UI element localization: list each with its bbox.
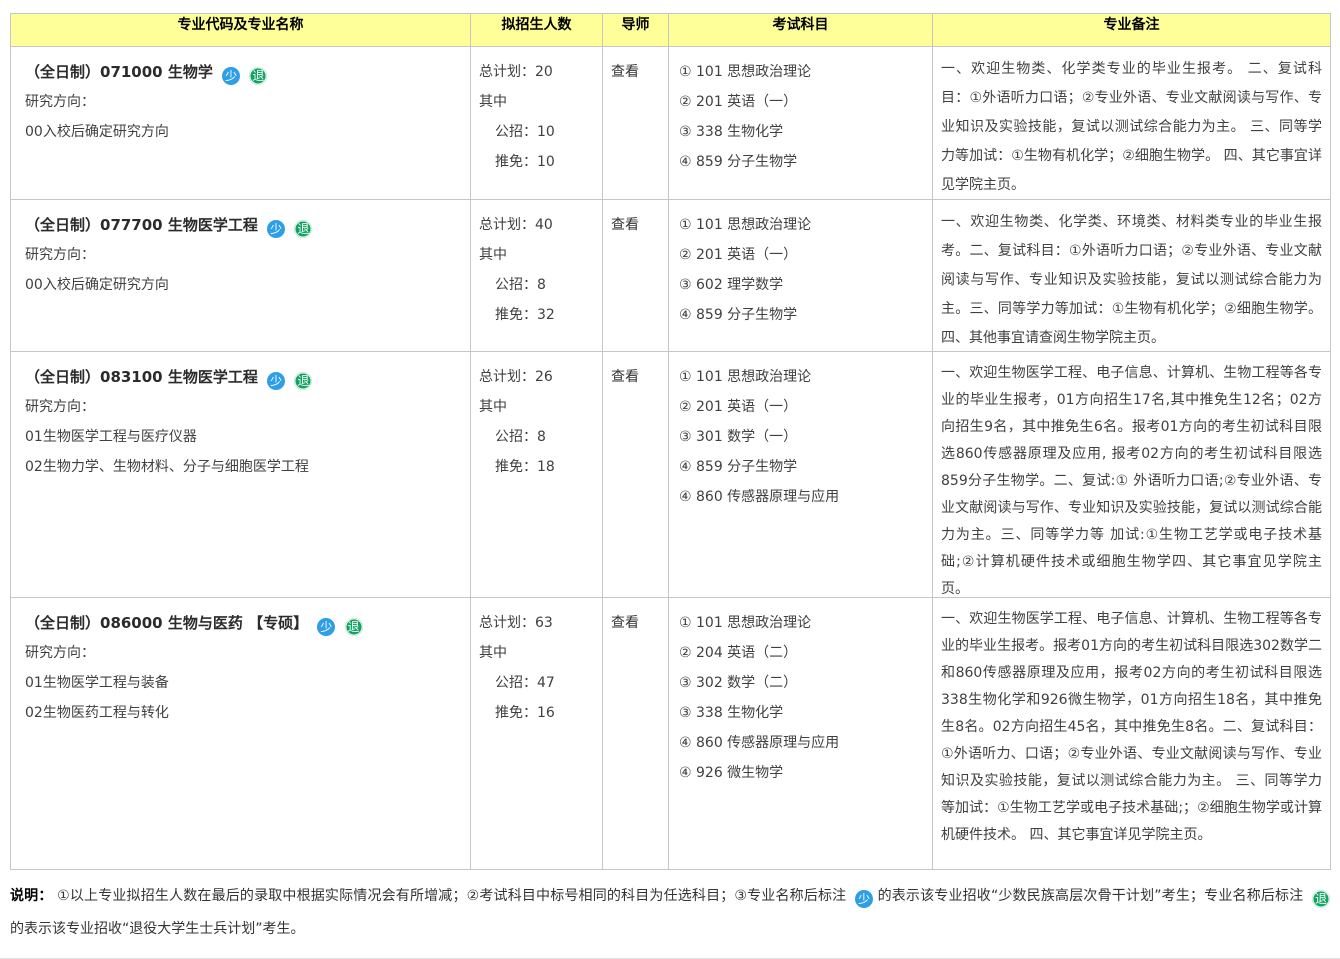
col-header-remarks: 专业备注 — [933, 14, 1331, 47]
notes-text-part1: ①以上专业拟招生人数在最后的录取中根据实际情况会有所增减；②考试科目中标号相同的… — [57, 888, 846, 904]
program-name: （全日制）086000 生物与医药 【专硕】 — [25, 614, 308, 632]
direction-item: 00入校后确定研究方向 — [25, 117, 460, 147]
view-tutors-link[interactable]: 查看 — [611, 369, 639, 385]
exam-subject: ③ 338 生物化学 — [679, 698, 928, 728]
plan-total: 总计划：26 — [479, 362, 600, 392]
col-header-subjects: 考试科目 — [669, 14, 933, 47]
plan-among: 其中 — [479, 87, 600, 117]
direction-label: 研究方向： — [25, 87, 460, 117]
col-header-tutor: 导师 — [603, 14, 669, 47]
notes-text-part3: 的表示该专业招收“退役大学生士兵计划”考生。 — [10, 921, 305, 937]
program-name: （全日制）083100 生物医学工程 — [25, 368, 258, 386]
program-remark: 一、欢迎生物医学工程、电子信息、计算机、生物工程等各专业的毕业生报考。报考01方… — [941, 606, 1322, 849]
plan-exempt: 推免：18 — [479, 452, 600, 482]
exam-subject: ① 101 思想政治理论 — [679, 210, 928, 240]
program-title: （全日制）077700 生物医学工程 少 退 — [25, 210, 460, 240]
program-remark: 一、欢迎生物类、化学类专业的毕业生报考。 二、复试科目：①外语听力口语；②专业外… — [941, 55, 1322, 198]
exam-subject: ③ 338 生物化学 — [679, 117, 928, 147]
direction-item: 01生物医学工程与医疗仪器 — [25, 422, 460, 452]
direction-item: 00入校后确定研究方向 — [25, 270, 460, 300]
veteran-plan-icon: 退 — [294, 372, 312, 390]
minority-plan-icon: 少 — [267, 220, 285, 238]
col-header-quota: 拟招生人数 — [471, 14, 603, 47]
view-tutors-link[interactable]: 查看 — [611, 217, 639, 233]
program-name: （全日制）071000 生物学 — [25, 63, 213, 81]
exam-subject: ② 204 英语（二） — [679, 638, 928, 668]
plan-total: 总计划：40 — [479, 210, 600, 240]
direction-label: 研究方向： — [25, 638, 460, 668]
exam-subject: ③ 602 理学数学 — [679, 270, 928, 300]
table-row: （全日制）083100 生物医学工程 少 退 研究方向： 01生物医学工程与医疗… — [11, 352, 1331, 598]
table-header-row: 专业代码及专业名称 拟招生人数 导师 考试科目 专业备注 — [11, 14, 1331, 47]
minority-plan-icon: 少 — [317, 618, 335, 636]
program-title: （全日制）083100 生物医学工程 少 退 — [25, 362, 460, 392]
table-row: （全日制）071000 生物学 少 退 研究方向： 00入校后确定研究方向 总计… — [11, 47, 1331, 200]
plan-public: 公招：8 — [479, 422, 600, 452]
exam-subject: ② 201 英语（一） — [679, 392, 928, 422]
minority-plan-icon: 少 — [855, 890, 873, 908]
exam-subject: ③ 301 数学（一） — [679, 422, 928, 452]
direction-item: 02生物力学、生物材料、分子与细胞医学工程 — [25, 452, 460, 482]
direction-label: 研究方向： — [25, 392, 460, 422]
plan-exempt: 推免：32 — [479, 300, 600, 330]
view-tutors-link[interactable]: 查看 — [611, 615, 639, 631]
admissions-table: 专业代码及专业名称 拟招生人数 导师 考试科目 专业备注 （全日制）071000… — [10, 13, 1331, 870]
exam-subject: ④ 860 传感器原理与应用 — [679, 482, 928, 512]
plan-exempt: 推免：10 — [479, 147, 600, 177]
exam-subject: ① 101 思想政治理论 — [679, 608, 928, 638]
veteran-plan-icon: 退 — [1312, 890, 1330, 908]
plan-public: 公招：8 — [479, 270, 600, 300]
exam-subject: ① 101 思想政治理论 — [679, 57, 928, 87]
exam-subject: ② 201 英语（一） — [679, 87, 928, 117]
plan-total: 总计划：63 — [479, 608, 600, 638]
minority-plan-icon: 少 — [267, 372, 285, 390]
direction-item: 01生物医学工程与装备 — [25, 668, 460, 698]
exam-subject: ④ 860 传感器原理与应用 — [679, 728, 928, 758]
program-title: （全日制）071000 生物学 少 退 — [25, 57, 460, 87]
exam-subject: ④ 859 分子生物学 — [679, 452, 928, 482]
plan-public: 公招：47 — [479, 668, 600, 698]
plan-exempt: 推免：16 — [479, 698, 600, 728]
veteran-plan-icon: 退 — [294, 220, 312, 238]
table-row: （全日制）086000 生物与医药 【专硕】 少 退 研究方向： 01生物医学工… — [11, 598, 1331, 870]
notes-footer: 说明： ①以上专业拟招生人数在最后的录取中根据实际情况会有所增减；②考试科目中标… — [10, 880, 1330, 946]
exam-subject: ④ 859 分子生物学 — [679, 300, 928, 330]
veteran-plan-icon: 退 — [249, 67, 267, 85]
exam-subject: ① 101 思想政治理论 — [679, 362, 928, 392]
plan-among: 其中 — [479, 392, 600, 422]
view-tutors-link[interactable]: 查看 — [611, 64, 639, 80]
notes-label: 说明： — [10, 888, 53, 904]
plan-among: 其中 — [479, 638, 600, 668]
program-name: （全日制）077700 生物医学工程 — [25, 216, 258, 234]
notes-text-part2: 的表示该专业招收“少数民族高层次骨干计划”考生；专业名称后标注 — [878, 888, 1304, 904]
direction-item: 02生物医药工程与转化 — [25, 698, 460, 728]
veteran-plan-icon: 退 — [345, 618, 363, 636]
program-remark: 一、欢迎生物医学工程、电子信息、计算机、生物工程等各专业的毕业生报考，01方向招… — [941, 360, 1322, 596]
plan-total: 总计划：20 — [479, 57, 600, 87]
exam-subject: ④ 859 分子生物学 — [679, 147, 928, 177]
exam-subject: ④ 926 微生物学 — [679, 758, 928, 788]
plan-public: 公招：10 — [479, 117, 600, 147]
program-remark: 一、欢迎生物类、化学类、环境类、材料类专业的毕业生报考。二、复试科目：①外语听力… — [941, 208, 1322, 350]
minority-plan-icon: 少 — [222, 67, 240, 85]
program-title: （全日制）086000 生物与医药 【专硕】 少 退 — [25, 608, 460, 638]
col-header-program: 专业代码及专业名称 — [11, 14, 471, 47]
table-row: （全日制）077700 生物医学工程 少 退 研究方向： 00入校后确定研究方向… — [11, 200, 1331, 352]
exam-subject: ② 201 英语（一） — [679, 240, 928, 270]
exam-subject: ③ 302 数学（二） — [679, 668, 928, 698]
direction-label: 研究方向： — [25, 240, 460, 270]
plan-among: 其中 — [479, 240, 600, 270]
